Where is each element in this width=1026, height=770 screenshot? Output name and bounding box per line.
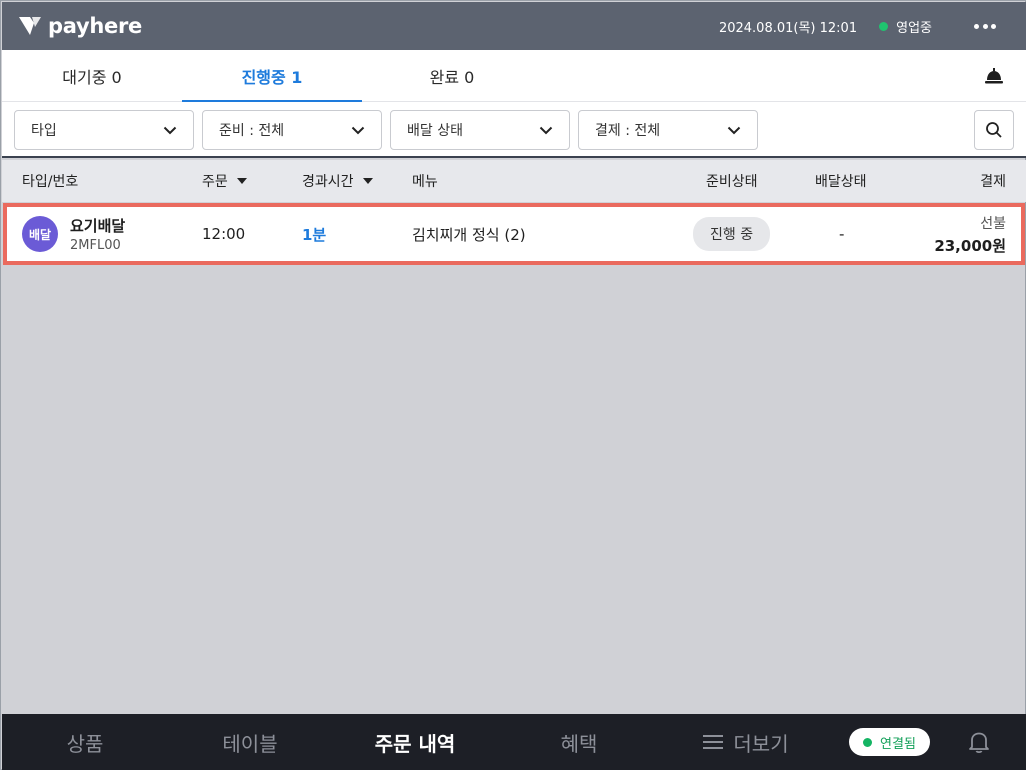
menu-icon	[703, 735, 724, 749]
more-dot-icon	[982, 23, 988, 29]
col-elapsed-sort[interactable]: 경과시간	[302, 160, 373, 202]
topbar-right: 2024.08.01(목) 12:01 영업중	[719, 17, 1026, 36]
col-order-sort[interactable]: 주문	[202, 160, 247, 202]
elapsed-time: 1분	[302, 225, 327, 244]
payment-filter-label: 결제 : 전체	[595, 123, 661, 139]
col-elapsed-label: 경과시간	[302, 174, 354, 190]
delivery-type-badge: 배달	[22, 216, 58, 252]
bottom-navigation: 상품 테이블 주문 내역 혜택 더보기 연결됨	[2, 714, 1026, 770]
nav-benefits[interactable]: 혜택	[556, 714, 602, 770]
order-number: 2MFL00	[70, 238, 121, 253]
col-order-label: 주문	[202, 174, 228, 190]
chevron-down-icon	[351, 126, 365, 134]
logo-text: payhere	[48, 14, 142, 38]
col-prep-status: 준비상태	[706, 174, 758, 190]
notification-button[interactable]	[966, 729, 992, 755]
business-status: 영업중	[879, 17, 932, 36]
order-type-name: 요기배달	[70, 217, 126, 235]
sort-caret-icon	[362, 178, 373, 184]
tab-waiting[interactable]: 대기중 0	[2, 50, 182, 102]
nav-products[interactable]: 상품	[62, 714, 108, 770]
table-header: 타입/번호 주문 경과시간 메뉴 준비상태 배달상태 결제	[2, 160, 1026, 202]
delivery-filter-label: 배달 상태	[407, 123, 463, 139]
nav-more[interactable]: 더보기	[698, 714, 794, 770]
tab-completed[interactable]: 완료 0	[362, 50, 542, 102]
order-menu: 김치찌개 정식 (2)	[412, 225, 526, 244]
payment-amount: 23,000원	[934, 237, 1006, 255]
nav-order-history[interactable]: 주문 내역	[370, 714, 460, 770]
prep-filter-select[interactable]: 준비 : 전체	[202, 110, 382, 150]
chevron-down-icon	[727, 126, 741, 134]
col-type-no: 타입/번호	[22, 174, 79, 190]
col-payment: 결제	[980, 174, 1006, 190]
order-status-tabs: 대기중 0 진행중 1 완료 0	[2, 50, 1026, 103]
service-bell-icon	[985, 68, 1003, 84]
prep-status-badge[interactable]: 진행 중	[693, 217, 771, 251]
more-dot-icon	[974, 23, 979, 29]
type-filter-select[interactable]: 타입	[14, 110, 194, 150]
payment-method: 선불	[980, 216, 1006, 232]
table-row[interactable]: 배달 요기배달 2MFL00 12:00 1분 김치찌개 정식 (2) 진행 중…	[3, 203, 1025, 265]
more-options-button[interactable]	[974, 23, 996, 29]
payment-filter-select[interactable]: 결제 : 전체	[578, 110, 758, 150]
top-bar: payhere 2024.08.01(목) 12:01 영업중	[2, 2, 1026, 50]
connection-dot-icon	[863, 737, 873, 747]
sort-caret-icon	[236, 178, 247, 184]
prep-status-cell: 진행 중	[693, 207, 771, 261]
chevron-down-icon	[539, 126, 553, 134]
type-filter-label: 타입	[31, 123, 57, 139]
col-delivery-status: 배달상태	[815, 174, 867, 190]
search-icon	[986, 122, 1002, 138]
nav-more-label: 더보기	[733, 731, 789, 756]
filter-bar: 타입 준비 : 전체 배달 상태 결제 : 전체	[2, 102, 1026, 158]
delivery-filter-select[interactable]: 배달 상태	[390, 110, 570, 150]
current-datetime: 2024.08.01(목) 12:01	[718, 20, 858, 36]
tab-in-progress[interactable]: 진행중 1	[182, 50, 362, 103]
business-status-label: 영업중	[896, 20, 932, 36]
payhere-logo-icon	[19, 17, 41, 35]
prep-filter-label: 준비 : 전체	[219, 123, 285, 139]
chevron-down-icon	[163, 126, 177, 134]
search-button[interactable]	[974, 110, 1014, 150]
bell-icon	[969, 732, 989, 754]
order-time: 12:00	[202, 225, 246, 243]
payhere-logo: payhere	[18, 14, 142, 38]
status-dot-icon	[879, 21, 889, 31]
service-bell-button[interactable]	[984, 66, 1004, 86]
delivery-status: -	[839, 225, 845, 243]
connection-status-label: 연결됨	[880, 736, 916, 752]
nav-tables[interactable]: 테이블	[218, 714, 282, 770]
app-frame: payhere 2024.08.01(목) 12:01 영업중 대기중 0 진행…	[0, 0, 1026, 770]
col-menu: 메뉴	[412, 174, 438, 190]
connection-status-badge: 연결됨	[849, 728, 930, 756]
more-dot-icon	[991, 23, 996, 29]
